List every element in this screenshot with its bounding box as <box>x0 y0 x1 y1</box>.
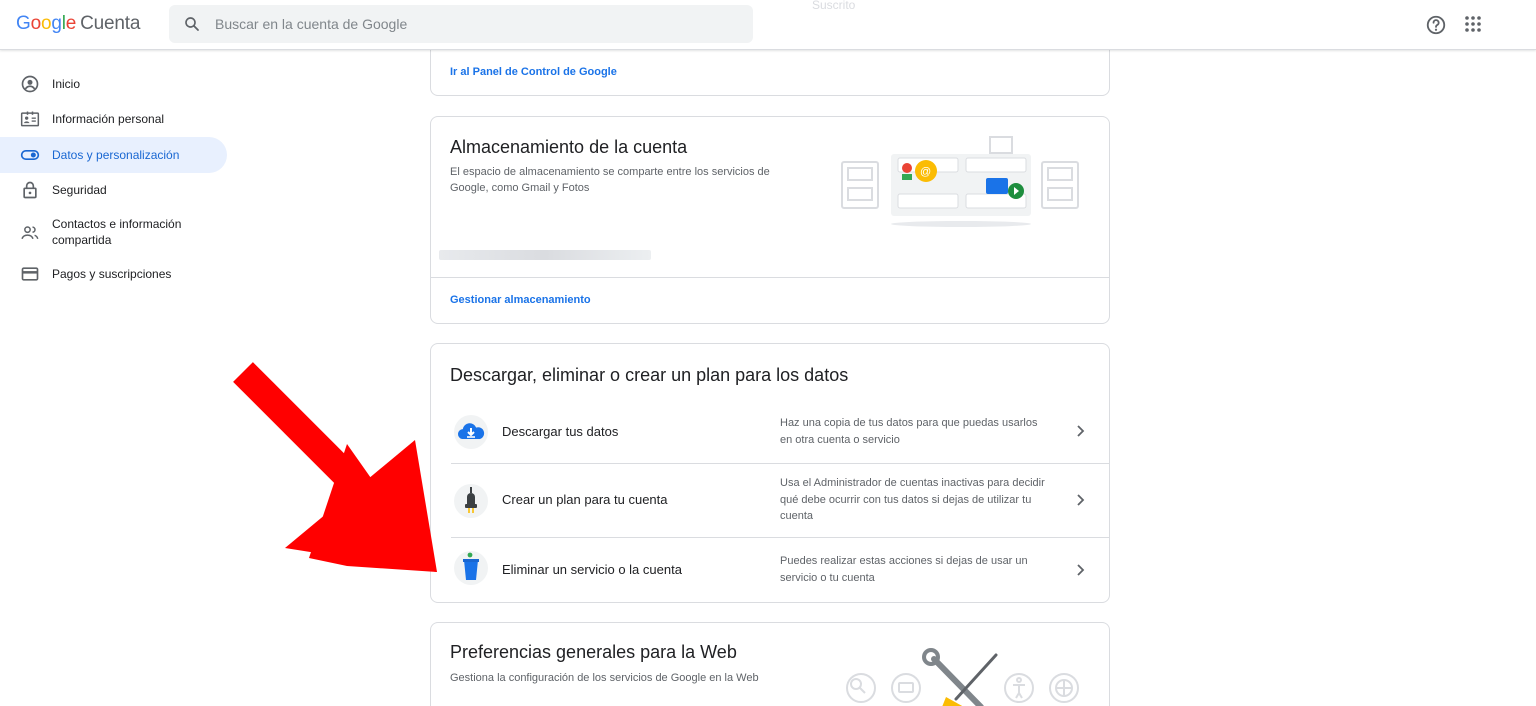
inactive-account-plan-row[interactable]: Crear un plan para tu cuenta Usa el Admi… <box>451 464 1109 538</box>
sidebar-item-informacion-personal[interactable]: Información personal <box>0 101 227 137</box>
lock-icon <box>23 181 37 199</box>
annotation-arrow <box>233 362 437 572</box>
id-card-icon <box>20 111 40 127</box>
storage-usage-bar <box>439 250 651 260</box>
sidebar-item-datos-personalizacion[interactable]: Datos y personalización <box>0 137 227 173</box>
storage-card: Almacenamiento de la cuenta El espacio d… <box>430 116 1110 324</box>
row-title: Eliminar un servicio o la cuenta <box>502 562 682 577</box>
svg-text:@: @ <box>920 166 931 178</box>
data-management-card: Descargar, eliminar o crear un plan para… <box>430 343 1110 603</box>
web-card-description: Gestiona la configuración de los servici… <box>450 672 759 684</box>
storage-card-description: El espacio de almacenamiento se comparte… <box>450 166 770 194</box>
apps-grid-icon[interactable] <box>1463 14 1483 34</box>
row-title: Descargar tus datos <box>502 424 619 439</box>
sidebar-item-inicio[interactable]: Inicio <box>0 66 227 102</box>
sidebar-item-pagos[interactable]: Pagos y suscripciones <box>0 256 227 292</box>
plug-icon <box>454 484 488 518</box>
storage-card-title: Almacenamiento de la cuenta <box>450 137 688 157</box>
card-divider <box>431 277 1109 278</box>
google-account-logo[interactable]: Google Cuenta <box>16 13 140 35</box>
search-icon[interactable] <box>183 15 201 33</box>
sidebar-item-label: Pagos y suscripciones <box>52 267 172 281</box>
people-icon <box>21 226 39 240</box>
dashboard-link[interactable]: Ir al Panel de Control de Google <box>450 66 617 78</box>
sidebar-item-label: Seguridad <box>52 183 107 197</box>
product-name: Cuenta <box>80 13 141 34</box>
row-description: Puedes realizar estas acciones si dejas … <box>780 555 1028 584</box>
help-icon[interactable] <box>1425 14 1447 36</box>
trash-bin-icon <box>454 551 488 585</box>
sidebar-item-label: Información personal <box>52 112 165 126</box>
row-title: Crear un plan para tu cuenta <box>502 492 668 507</box>
tools-illustration <box>846 648 1079 706</box>
data-card-title: Descargar, eliminar o crear un plan para… <box>450 365 849 385</box>
account-circle-icon <box>21 75 39 93</box>
chevron-right-icon <box>1077 425 1085 437</box>
cloud-download-icon <box>454 415 488 449</box>
sidebar-item-contactos[interactable]: Contactos e información compartida <box>0 212 227 254</box>
delete-service-or-account-row[interactable]: Eliminar un servicio o la cuenta Puedes … <box>451 538 1109 602</box>
sidebar-item-label: Contactos e información compartida <box>52 217 182 247</box>
sidebar-item-seguridad[interactable]: Seguridad <box>0 172 227 208</box>
credit-card-icon <box>21 267 39 281</box>
faded-background-text: Suscrito <box>812 0 856 12</box>
sidebar-item-label: Datos y personalización <box>52 148 180 162</box>
sidebar-item-label: Inicio <box>52 77 81 91</box>
web-card-title: Preferencias generales para la Web <box>450 642 737 662</box>
row-description: Usa el Administrador de cuentas inactiva… <box>780 477 1045 522</box>
top-app-bar: GoogleCuenta Suscrito <box>0 0 1536 50</box>
download-data-row[interactable]: Descargar tus datos Haz una copia de tus… <box>451 404 1109 462</box>
row-description: Haz una copia de tus datos para que pued… <box>780 417 1038 446</box>
chevron-right-icon <box>1077 494 1085 506</box>
chevron-right-icon <box>1077 564 1085 576</box>
search-box[interactable] <box>169 5 753 43</box>
manage-storage-link[interactable]: Gestionar almacenamiento <box>450 294 591 306</box>
web-preferences-card: Preferencias generales para la Web Gesti… <box>430 622 1110 706</box>
google-wordmark: Google <box>16 13 77 34</box>
search-input[interactable] <box>215 5 735 43</box>
storage-illustration: @ <box>841 136 1079 227</box>
toggle-icon <box>20 150 40 160</box>
